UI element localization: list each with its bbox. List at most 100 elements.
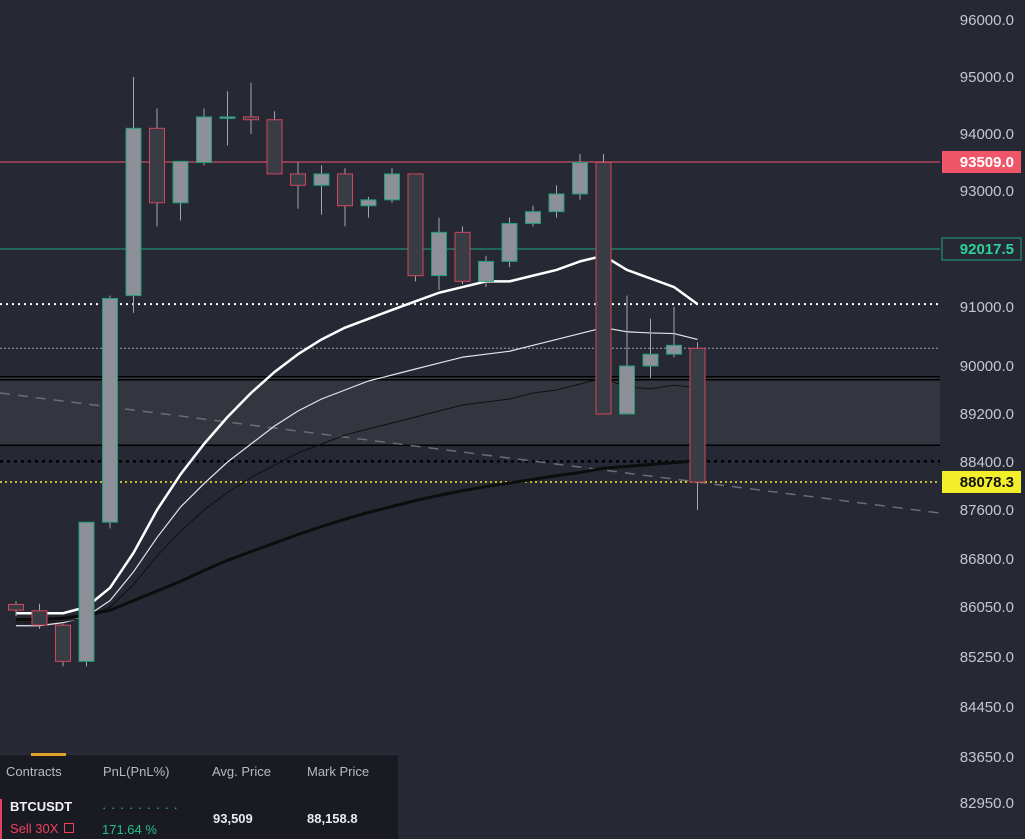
- candle[interactable]: [548, 185, 565, 218]
- candle-body: [360, 199, 377, 207]
- candle[interactable]: [595, 153, 612, 415]
- column-header-pnl[interactable]: PnL(PnL%): [103, 764, 169, 779]
- price-tag-label: 92017.5: [960, 241, 1014, 258]
- y-tick-label: 89200.0: [960, 406, 1014, 423]
- candle-body: [548, 193, 565, 213]
- candle-body: [125, 127, 142, 297]
- y-tick-label: 93000.0: [960, 183, 1014, 200]
- candle[interactable]: [78, 521, 95, 667]
- candle-body: [313, 173, 330, 186]
- candle-body: [454, 231, 471, 282]
- candle[interactable]: [337, 168, 353, 227]
- position-mark-price: 88,158.8: [307, 811, 358, 826]
- candle[interactable]: [407, 173, 424, 282]
- price-chart[interactable]: 96000.0 95000.0 94000.0 93000.0 91000.0 90000…: [0, 0, 1025, 838]
- candle[interactable]: [384, 168, 400, 203]
- ma-line-ma-mid: [16, 327, 698, 627]
- y-tick-label: 91000.0: [960, 299, 1014, 316]
- y-tick-label: 82950.0: [960, 795, 1014, 812]
- candle[interactable]: [31, 603, 48, 629]
- y-tick-label: 94000.0: [960, 126, 1014, 143]
- price-tag: 92017.5: [941, 237, 1022, 261]
- candle-body: [642, 353, 659, 367]
- y-tick-label: 96000.0: [960, 12, 1014, 29]
- y-tick-label: 86800.0: [960, 551, 1014, 568]
- price-tag: 93509.0: [942, 151, 1021, 173]
- candle[interactable]: [243, 82, 259, 134]
- active-tab-indicator: [31, 753, 66, 756]
- candle-body: [149, 127, 165, 204]
- column-header-avg-price[interactable]: Avg. Price: [212, 764, 271, 779]
- candle-body: [595, 162, 612, 415]
- column-header-contracts[interactable]: Contracts: [6, 764, 62, 779]
- price-zone: [0, 376, 940, 446]
- candle-body: [266, 119, 283, 175]
- y-tick-label: 95000.0: [960, 69, 1014, 86]
- candle[interactable]: [619, 295, 635, 415]
- price-tag-label: 88078.3: [960, 474, 1014, 491]
- candle-body: [78, 521, 95, 662]
- candle[interactable]: [501, 217, 518, 268]
- column-header-mark-price[interactable]: Mark Price: [307, 764, 369, 779]
- candle-body: [572, 162, 588, 195]
- y-tick-label: 84450.0: [960, 699, 1014, 716]
- candle[interactable]: [219, 91, 236, 146]
- candle[interactable]: [689, 342, 706, 510]
- candle-body: [219, 116, 236, 119]
- candle[interactable]: [525, 205, 541, 227]
- position-side-label: Sell 30X: [10, 821, 59, 836]
- candle-body: [689, 347, 706, 483]
- position-side[interactable]: Sell 30X: [10, 821, 75, 836]
- candle-body: [172, 160, 189, 204]
- price-axis: 96000.0 95000.0 94000.0 93000.0 91000.0 90000…: [960, 12, 1014, 812]
- price-tag-label: 93509.0: [960, 154, 1014, 171]
- y-tick-label: 86050.0: [960, 599, 1014, 616]
- candle-body: [31, 610, 48, 626]
- position-pnl-value: · · · · · · · · ·: [102, 800, 179, 815]
- ma-line-ma-long: [16, 459, 698, 621]
- candle-body: [102, 297, 118, 523]
- y-tick-label: 90000.0: [960, 358, 1014, 375]
- candle[interactable]: [313, 165, 330, 215]
- candle-body: [8, 603, 24, 611]
- position-avg-price: 93,509: [213, 811, 253, 826]
- candle-body: [243, 116, 259, 121]
- y-tick-label: 85250.0: [960, 649, 1014, 666]
- candle-body: [384, 173, 400, 201]
- candle-body: [196, 116, 212, 164]
- candle[interactable]: [666, 307, 682, 358]
- candle[interactable]: [102, 295, 118, 529]
- candle[interactable]: [266, 111, 283, 175]
- position-symbol[interactable]: BTCUSDT: [10, 799, 72, 814]
- candle[interactable]: [125, 77, 142, 313]
- candle-body: [666, 344, 682, 355]
- candle-body: [525, 211, 541, 224]
- candle-body: [55, 624, 71, 662]
- candles: [8, 77, 706, 667]
- candle[interactable]: [360, 196, 377, 218]
- candle[interactable]: [454, 226, 471, 285]
- candle-body: [619, 365, 635, 415]
- candle[interactable]: [290, 162, 306, 209]
- positions-panel: Contracts PnL(PnL%) Avg. Price Mark Pric…: [0, 753, 398, 839]
- candle-body: [290, 173, 306, 186]
- side-indicator-bar: [0, 799, 2, 839]
- y-tick-label: 87600.0: [960, 502, 1014, 519]
- candle[interactable]: [196, 108, 212, 166]
- price-tag: 88078.3: [942, 470, 1021, 493]
- candle-body: [478, 260, 494, 282]
- candle[interactable]: [431, 217, 447, 290]
- candle-body: [501, 222, 518, 262]
- candle-body: [431, 231, 447, 277]
- position-pnl-percent: 171.64 %: [102, 822, 157, 837]
- candle-body: [337, 173, 353, 207]
- candle[interactable]: [149, 108, 165, 227]
- y-tick-label: 88400.0: [960, 454, 1014, 471]
- candle[interactable]: [572, 153, 588, 200]
- candle[interactable]: [172, 160, 189, 221]
- zone-band: [0, 376, 940, 446]
- candle[interactable]: [55, 623, 71, 667]
- external-link-icon[interactable]: [64, 823, 75, 833]
- y-tick-label: 83650.0: [960, 749, 1014, 766]
- candle-body: [407, 173, 424, 277]
